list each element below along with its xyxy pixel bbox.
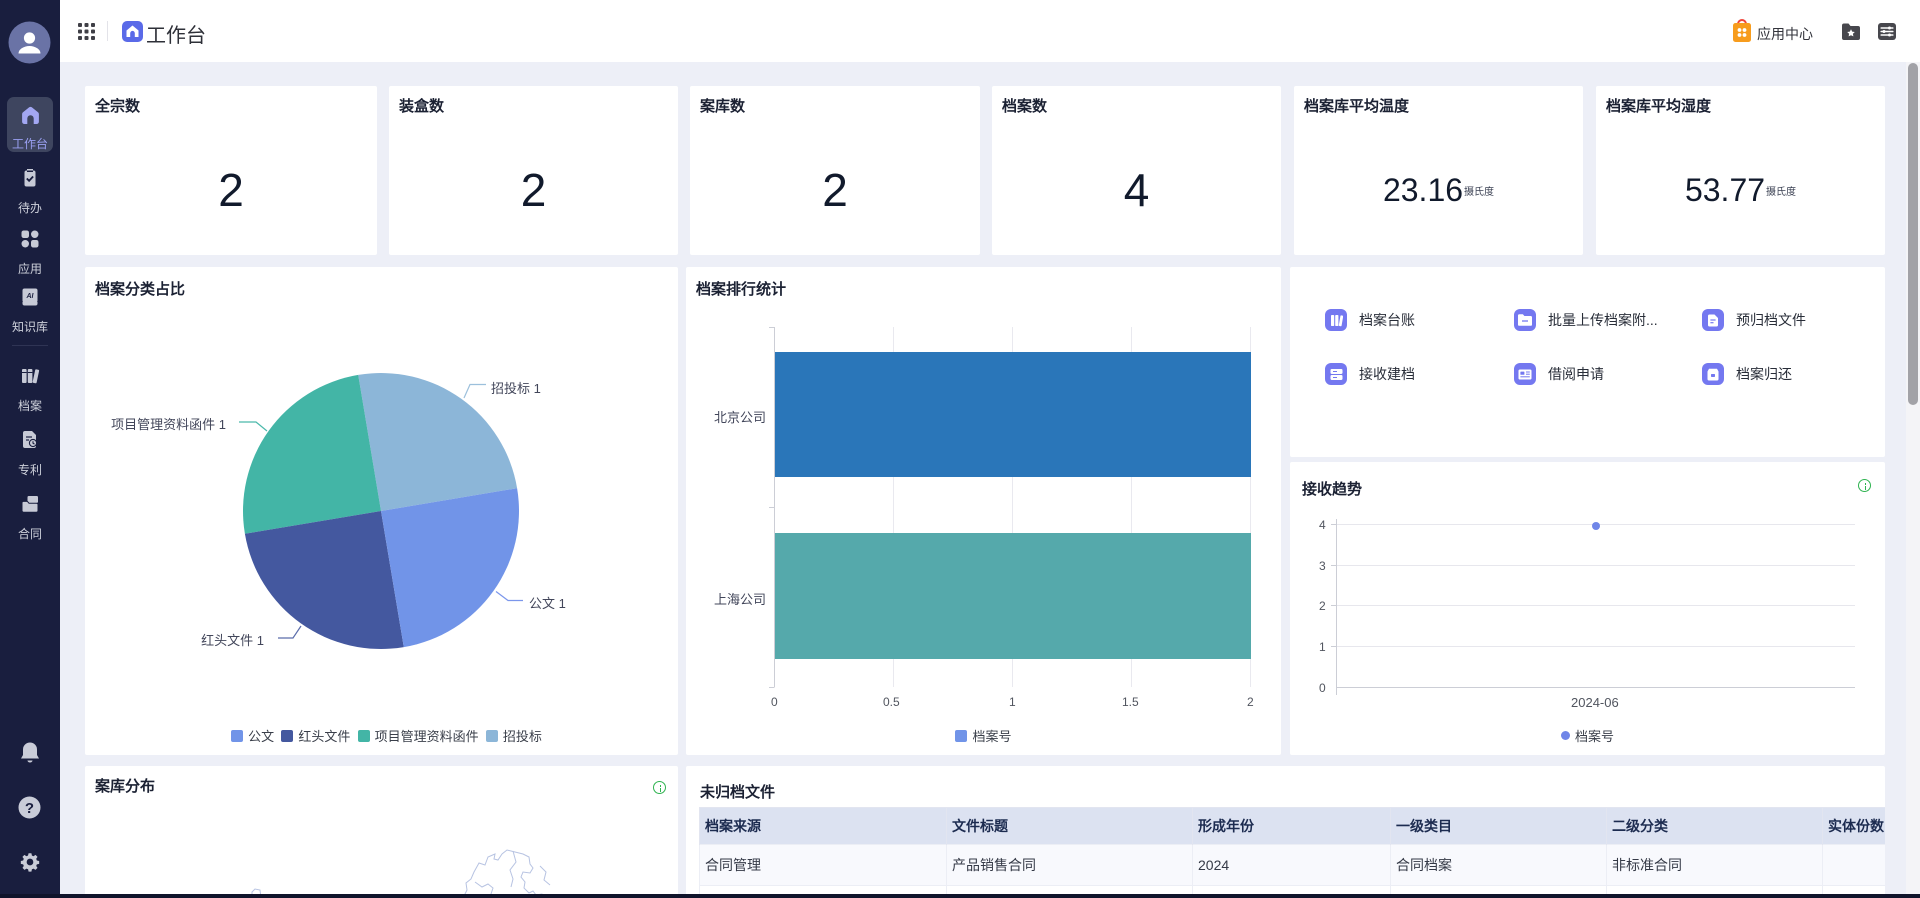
svg-text:AI: AI	[26, 293, 35, 300]
svg-text:?: ?	[25, 800, 34, 817]
